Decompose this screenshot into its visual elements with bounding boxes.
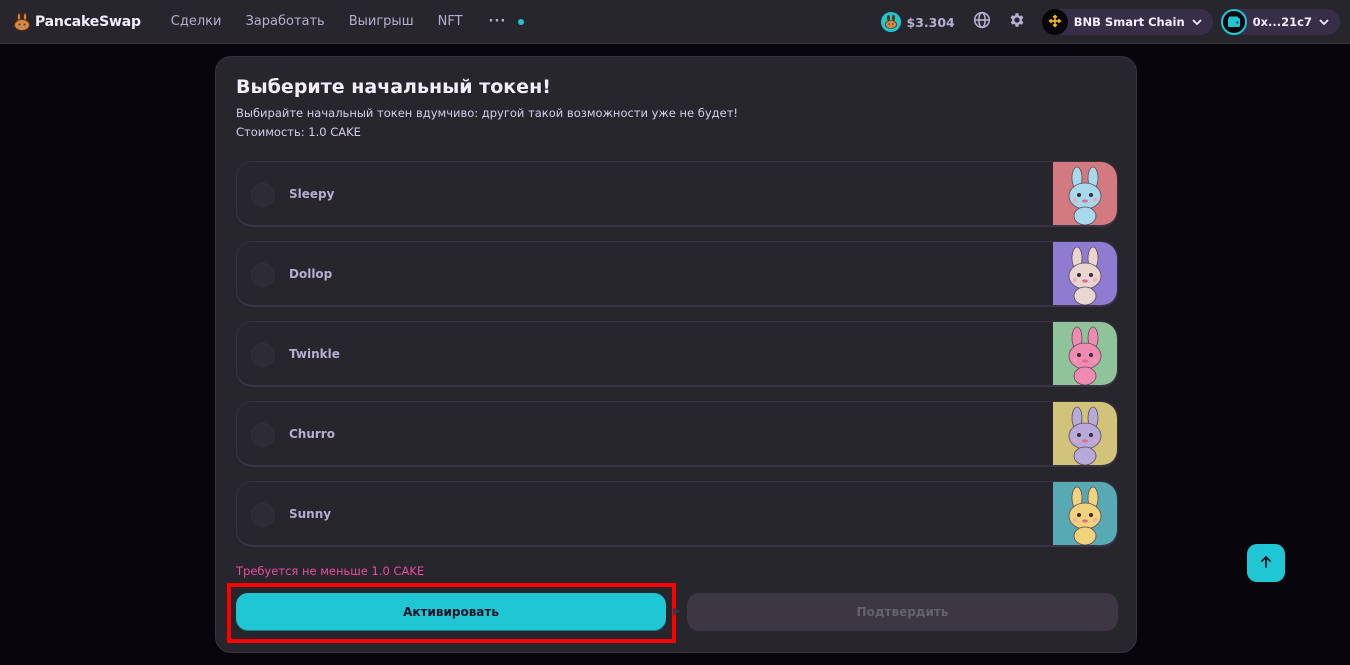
bunny-thumbnail [1053, 162, 1117, 225]
menu-item-win[interactable]: Выигрыш [337, 0, 426, 44]
starter-token-card: Выберите начальный токен! Выбирайте нача… [215, 56, 1137, 653]
radio-button[interactable] [251, 423, 275, 447]
wallet-icon [1220, 9, 1247, 35]
bunny-thumbnail [1053, 402, 1117, 465]
radio-button[interactable] [251, 503, 275, 527]
radio-button[interactable] [251, 263, 275, 287]
bunny-logo-icon [12, 12, 32, 32]
arrow-up-icon [1259, 554, 1273, 573]
token-option-label: Sunny [289, 507, 332, 521]
token-option-label: Sleepy [289, 187, 335, 201]
token-option-twinkle[interactable]: Twinkle [236, 321, 1118, 387]
card-title: Выберите начальный токен! [236, 76, 551, 98]
cake-token-icon [880, 12, 901, 32]
token-options-list: Sleepy Dollop Twinkle Churro Sunny [236, 161, 1118, 561]
token-option-sleepy[interactable]: Sleepy [236, 161, 1118, 227]
token-option-label: Twinkle [289, 347, 340, 361]
radio-button[interactable] [251, 343, 275, 367]
cake-price[interactable]: $3.304 [880, 12, 955, 32]
chevron-down-icon [1318, 13, 1330, 32]
token-option-churro[interactable]: Churro [236, 401, 1118, 467]
menu-item-earn[interactable]: Заработать [233, 0, 336, 44]
notification-dot [518, 18, 525, 25]
language-button[interactable] [971, 11, 993, 33]
network-switcher[interactable]: BNB Smart Chain [1041, 9, 1213, 35]
chevron-down-icon [1191, 13, 1203, 32]
brand-name: PancakeSwap [35, 13, 141, 30]
scroll-to-top-button[interactable] [1247, 544, 1285, 582]
menu-item-trade[interactable]: Сделки [159, 0, 234, 44]
gear-icon [1008, 11, 1026, 33]
network-name: BNB Smart Chain [1073, 15, 1185, 29]
cake-price-value: $3.304 [906, 14, 955, 30]
settings-button[interactable] [1006, 11, 1028, 33]
activate-button[interactable]: Активировать [236, 593, 666, 631]
bunny-thumbnail [1053, 322, 1117, 385]
bunny-thumbnail [1053, 482, 1117, 545]
nav-right-group: $3.304 BNB Smart Chain 0x...21c7 [880, 0, 1340, 44]
brand-logo[interactable]: PancakeSwap [12, 12, 141, 32]
top-navbar: PancakeSwap Сделки Заработать Выигрыш NF… [0, 0, 1350, 44]
insufficient-balance-error: Требуется не меньше 1.0 CAKE [236, 564, 425, 578]
token-option-label: Churro [289, 427, 335, 441]
main-menu: Сделки Заработать Выигрыш NFT ··· [159, 0, 535, 44]
token-option-sunny[interactable]: Sunny [236, 481, 1118, 547]
card-cost: Стоимость: 1.0 CAKE [236, 125, 361, 139]
more-dots-icon: ··· [488, 14, 507, 29]
confirm-button: Подтвердить [687, 593, 1118, 631]
wallet-address: 0x...21c7 [1252, 15, 1312, 29]
token-option-label: Dollop [289, 267, 333, 281]
card-subtitle: Выбирайте начальный токен вдумчиво: друг… [236, 106, 739, 120]
token-option-dollop[interactable]: Dollop [236, 241, 1118, 307]
menu-more-button[interactable]: ··· [475, 0, 535, 44]
bnb-chain-icon [1041, 9, 1068, 35]
step-chevron-icon: ▶ [673, 606, 681, 617]
menu-item-nft[interactable]: NFT [426, 0, 475, 44]
globe-icon [973, 11, 991, 33]
wallet-button[interactable]: 0x...21c7 [1220, 9, 1340, 35]
bunny-thumbnail [1053, 242, 1117, 305]
radio-button[interactable] [251, 183, 275, 207]
